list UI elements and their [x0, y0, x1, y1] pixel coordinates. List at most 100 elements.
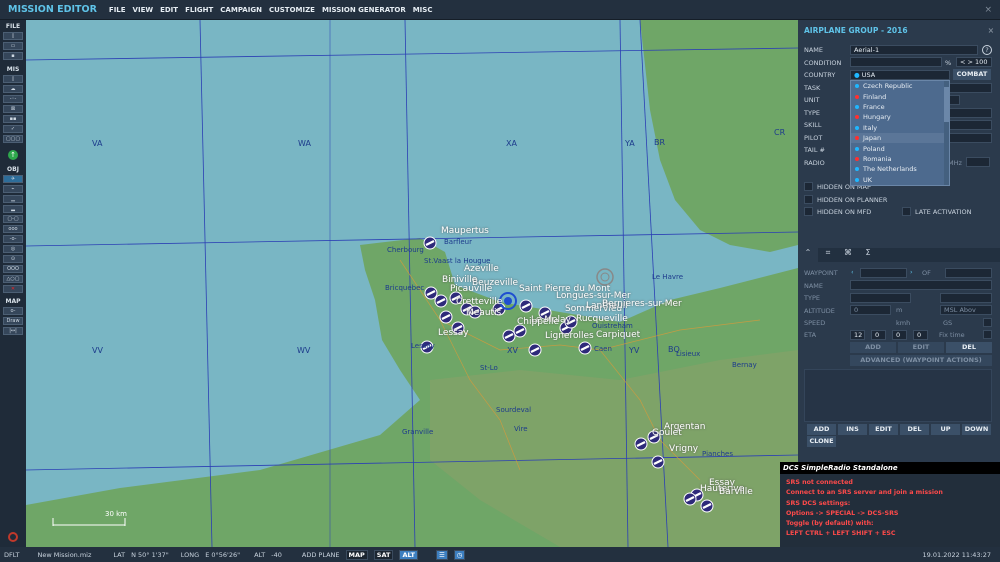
late-activation-checkbox[interactable]	[902, 207, 911, 216]
advanced-actions-button[interactable]: ADVANCED (WAYPOINT ACTIONS)	[850, 355, 992, 366]
tab-payload-icon[interactable]: ⌘	[838, 248, 858, 262]
type-select[interactable]	[948, 108, 992, 118]
vehicle-icon[interactable]: ▂	[3, 205, 23, 213]
airfield-icon[interactable]	[439, 310, 453, 324]
menu-edit[interactable]: EDIT	[160, 6, 178, 14]
condition-stepper[interactable]: < > 100	[956, 57, 992, 67]
list-clone-button[interactable]: CLONE	[807, 436, 836, 447]
country-option[interactable]: Italy	[851, 123, 949, 133]
stepper-arrows[interactable]: < >	[960, 58, 973, 66]
sat-mode-button[interactable]: SAT	[373, 549, 394, 560]
airfield-icon[interactable]	[651, 455, 665, 469]
waypoint-select[interactable]	[860, 268, 907, 278]
list-add-button[interactable]: ADD	[807, 424, 836, 435]
dropdown-scrollbar[interactable]	[944, 81, 949, 185]
help-icon[interactable]: ?	[982, 45, 992, 55]
helicopter-icon[interactable]: ⌁	[3, 185, 23, 193]
list-del-button[interactable]: DEL	[900, 424, 929, 435]
country-option[interactable]: Romania	[851, 154, 949, 164]
country-option[interactable]: Japan	[851, 132, 949, 144]
new-file-icon[interactable]: ▯	[3, 32, 23, 40]
static-object-icon[interactable]: ▢-▢	[3, 215, 23, 223]
menu-campaign[interactable]: CAMPAIGN	[220, 6, 262, 14]
country-select[interactable]: ● USA	[850, 70, 950, 80]
gs-checkbox[interactable]	[983, 318, 992, 327]
route-icon[interactable]: -◦-	[3, 95, 23, 103]
country-option[interactable]: France	[851, 102, 949, 112]
wp-del-button[interactable]: DEL	[946, 342, 992, 353]
panel-close-icon[interactable]: ×	[988, 26, 994, 35]
hidden-on-mfd-checkbox[interactable]	[804, 207, 813, 216]
menu-view[interactable]: VIEW	[133, 6, 154, 14]
airfield-icon[interactable]	[519, 299, 533, 313]
weather-icon[interactable]: ☁	[3, 85, 23, 93]
airfield-icon[interactable]	[423, 236, 437, 250]
layers-icon[interactable]: ☰	[435, 549, 448, 560]
hidden-on-planner-checkbox[interactable]	[804, 195, 813, 204]
ship-icon[interactable]: ▁	[3, 195, 23, 203]
close-icon[interactable]: ×	[984, 5, 992, 15]
green-arrow-icon[interactable]: ↑	[8, 150, 18, 160]
airfield-icon[interactable]	[502, 329, 516, 343]
airfield-icon[interactable]	[528, 343, 542, 357]
settings-icon[interactable]	[8, 532, 18, 542]
draw-button[interactable]: Draw	[3, 317, 23, 325]
name-input[interactable]: Aerial-1	[850, 45, 978, 55]
alt-ref-select[interactable]: MSL Abov	[940, 305, 992, 315]
radio-select[interactable]	[966, 157, 990, 167]
menu-customize[interactable]: CUSTOMIZE	[269, 6, 315, 14]
task-select[interactable]	[948, 83, 992, 93]
combat-button[interactable]: COMBAT	[953, 69, 991, 80]
condition-input[interactable]	[850, 57, 942, 67]
save-icon[interactable]: ▪	[3, 52, 23, 60]
airfield-icon[interactable]	[634, 437, 648, 451]
list-ins-button[interactable]: INS	[838, 424, 867, 435]
prev-waypoint-icon[interactable]: ‹	[851, 268, 854, 276]
map-mode-button[interactable]: MAP	[345, 549, 368, 560]
wp-add-button[interactable]: ADD	[850, 342, 896, 353]
tab-summary-icon[interactable]: Σ	[858, 248, 878, 262]
country-option[interactable]: Hungary	[851, 112, 949, 122]
triggers-icon[interactable]: ▢▢▢	[3, 135, 23, 143]
country-option[interactable]: Finland	[851, 91, 949, 101]
airplane-icon[interactable]: ✈	[3, 175, 23, 183]
skill-select[interactable]	[948, 120, 992, 130]
country-option[interactable]: Czech Republic	[851, 81, 949, 91]
altitude-input[interactable]: 0	[850, 305, 891, 315]
eta-day[interactable]: 0	[913, 330, 928, 340]
open-folder-icon[interactable]: ▭	[3, 42, 23, 50]
eta-minutes[interactable]: 0	[871, 330, 886, 340]
menu-file[interactable]: FILE	[109, 6, 126, 14]
profile-select[interactable]: DFLT	[4, 551, 19, 559]
tab-route-icon[interactable]: ⌃	[798, 248, 818, 262]
bullseye-icon[interactable]	[596, 268, 614, 286]
circle-zone-icon[interactable]: ⊙	[3, 255, 23, 263]
link-icon[interactable]: ▪▪	[3, 115, 23, 123]
list-edit-button[interactable]: EDIT	[869, 424, 898, 435]
check-icon[interactable]: ✓	[3, 125, 23, 133]
eta-hours[interactable]: 12	[850, 330, 865, 340]
target-icon[interactable]: ◎	[3, 245, 23, 253]
waypoint-icon[interactable]: -o-	[3, 235, 23, 243]
airfield-icon[interactable]	[434, 294, 448, 308]
country-dropdown[interactable]: Czech Republic Finland France Hungary Italy J…	[850, 80, 950, 186]
country-option[interactable]: UK	[851, 175, 949, 185]
eta-seconds[interactable]: 0	[892, 330, 907, 340]
group-icon[interactable]: ooo	[3, 225, 23, 233]
map-view[interactable]: VA WA XA YA BR CR VV WV XV YV BQ Maupert…	[26, 20, 798, 547]
menu-flight[interactable]: FLIGHT	[185, 6, 213, 14]
wp-edit-button[interactable]: EDIT	[898, 342, 944, 353]
country-option[interactable]: Poland	[851, 143, 949, 153]
clipboard-icon[interactable]: ▯	[3, 75, 23, 83]
alt-mode-button[interactable]: ALT	[399, 549, 418, 560]
menu-mission-generator[interactable]: MISSION GENERATOR	[322, 6, 406, 14]
airfield-icon[interactable]	[683, 492, 697, 506]
airfield-icon[interactable]	[578, 341, 592, 355]
wp-type-select[interactable]	[850, 293, 911, 303]
ruler-icon[interactable]: |↔|	[3, 327, 23, 335]
list-up-button[interactable]: UP	[931, 424, 960, 435]
key-icon[interactable]: o-	[3, 307, 23, 315]
tab-triggers-icon[interactable]: ⌗	[818, 248, 838, 262]
hidden-on-map-checkbox[interactable]	[804, 182, 813, 191]
list-down-button[interactable]: DOWN	[962, 424, 991, 435]
